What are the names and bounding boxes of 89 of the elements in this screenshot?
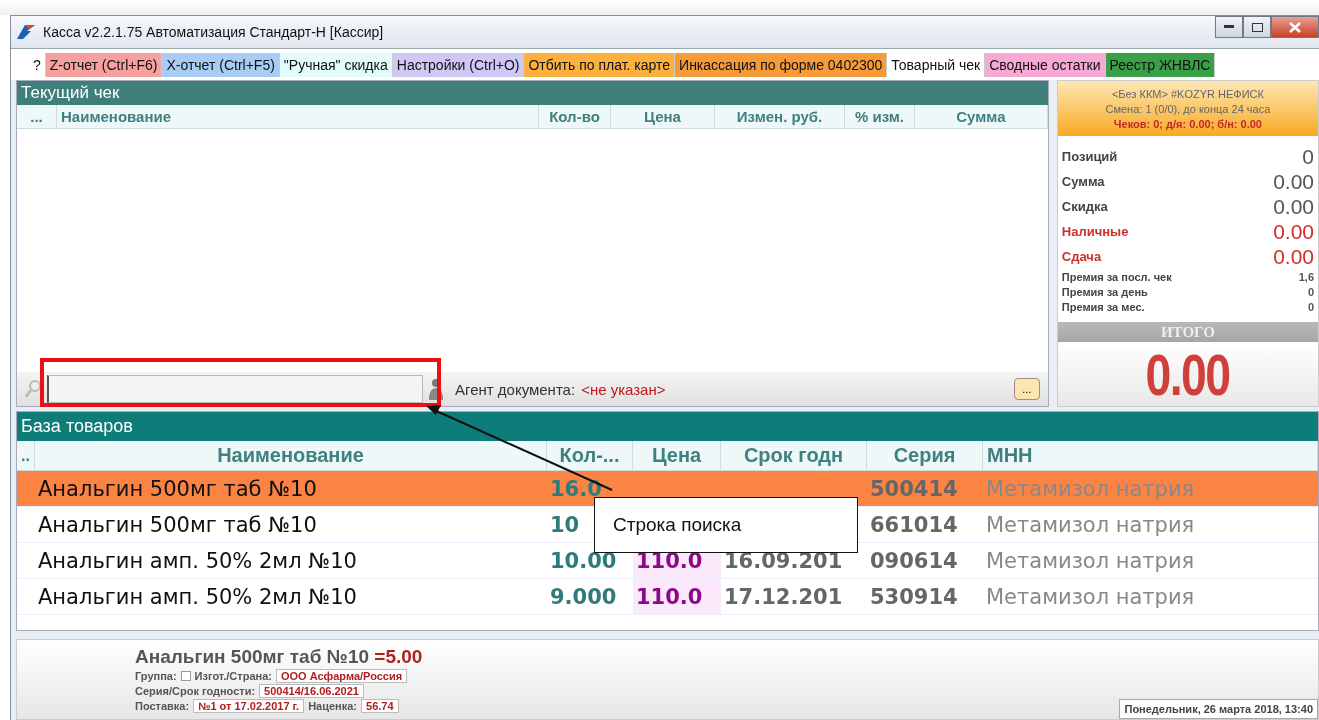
product-name: Анальгин 500мг таб №10	[37, 475, 318, 503]
more-button[interactable]: ...	[1013, 378, 1040, 400]
stat-value: 0.00	[1273, 194, 1314, 219]
toolbar-button[interactable]: "Ручная" скидка	[279, 53, 393, 77]
column-header[interactable]: % изм.	[845, 105, 915, 128]
toolbar-button[interactable]: Z-отчет (Ctrl+F6)	[45, 53, 163, 77]
column-header[interactable]: Кол-...	[547, 441, 633, 470]
panel-title: Текущий чек	[17, 81, 1048, 105]
panel-title: База товаров	[17, 412, 1318, 441]
column-header[interactable]: Кол-во	[539, 105, 611, 128]
toolbar-button[interactable]: X-отчет (Ctrl+F5)	[162, 53, 280, 77]
column-header[interactable]: Измен. руб.	[715, 105, 845, 128]
stat-label: Позиций	[1061, 149, 1118, 164]
expiry-cell-text: 17.12.201	[723, 583, 844, 611]
price-cell: 110.0	[633, 579, 721, 614]
app-logo-icon	[17, 25, 35, 39]
person-icon	[429, 378, 443, 400]
product-name: Анальгин амп. 50% 2мл №10	[37, 547, 358, 575]
stat-value: 0	[1302, 144, 1314, 169]
register-counts: Чеков: 0; д/я: 0.00; б/н: 0.00	[1113, 117, 1262, 130]
toolbar-button[interactable]: Настройки (Ctrl+O)	[392, 53, 525, 77]
stat-value: 1,6	[1298, 270, 1314, 283]
stat-value: 0.00	[1273, 169, 1314, 194]
detail-value: 56.74	[361, 699, 399, 713]
stat-label: Сумма	[1061, 174, 1105, 189]
stat-value: 0	[1307, 300, 1314, 313]
stat-label: Сдача	[1061, 249, 1102, 264]
agent-value[interactable]: <не указан>	[581, 380, 666, 398]
status-date: Понедельник, 26 марта 2018, 13:40	[1119, 699, 1318, 719]
detail-value: №1 от 17.02.2017 г.	[193, 699, 305, 713]
toolbar-button[interactable]: Реестр ЖНВЛС	[1105, 53, 1216, 77]
column-header[interactable]: ...	[17, 105, 57, 128]
detail-label: Изгот./Страна:	[194, 670, 272, 682]
inn-cell-text: Метамизол натрия	[985, 583, 1196, 611]
callout-label: Строка поиска	[594, 497, 858, 553]
product-name: Анальгин 500мг таб №10	[37, 511, 318, 539]
series-cell-text: 530914	[869, 583, 959, 611]
group-checkbox[interactable]	[180, 671, 191, 681]
inn-cell-text: Метамизол натрия	[985, 547, 1196, 575]
detail-label: Группа:	[135, 670, 177, 682]
register-info: Смена: 1 (0/0), до конца 24 часа	[1105, 102, 1271, 115]
toolbar-button[interactable]: Инкассация по форме 0402300	[675, 53, 888, 77]
product-row[interactable]: Анальгин 500мг таб №10 16.0 500414 Метамизол натрия	[17, 471, 1318, 507]
series-cell-text: 090614	[869, 547, 959, 575]
stat-value: 0.00	[1273, 244, 1314, 269]
inn-cell-text: Метамизол натрия	[985, 511, 1196, 539]
stat-label: Наличные	[1061, 224, 1129, 239]
column-header[interactable]: Серия	[867, 441, 983, 470]
column-header[interactable]: МНН	[983, 441, 1318, 470]
column-header[interactable]: ..	[17, 441, 35, 470]
agent-label: Агент документа:	[455, 380, 576, 398]
column-header[interactable]: Цена	[611, 105, 715, 128]
maximize-button[interactable]	[1243, 16, 1271, 38]
close-button[interactable]	[1271, 16, 1319, 38]
detail-value: 500414/16.06.2021	[259, 684, 364, 698]
detail-label: Наценка:	[308, 700, 357, 712]
minimize-button[interactable]	[1215, 16, 1243, 38]
detail-label: Поставка:	[135, 700, 190, 712]
search-field[interactable]	[47, 375, 423, 403]
stat-value: 0.00	[1273, 219, 1314, 244]
total-label: ИТОГО	[1057, 322, 1318, 342]
window-title: Касса v2.2.1.75 Автоматизация Стандарт-Н [Кассир]	[43, 24, 384, 40]
inn-cell-text: Метамизол натрия	[985, 475, 1196, 503]
series-cell-text: 661014	[869, 511, 959, 539]
total-value: 0.00	[1145, 340, 1230, 408]
stat-label: Скидка	[1061, 199, 1108, 214]
quantity-cell-text: 9.000	[549, 583, 618, 611]
toolbar-button[interactable]: Отбить по плат. карте	[524, 53, 676, 77]
product-row[interactable]: Анальгин амп. 50% 2мл №10 9.000 110.0 17.12.201 530914 Метамизол натрия	[17, 579, 1318, 615]
product-summary: Анальгин 500мг таб №10 =5.00	[135, 646, 423, 668]
detail-value: ООО Асфарма/Россия	[275, 669, 408, 683]
stat-label: Премия за мес.	[1061, 300, 1145, 313]
series-cell-text: 500414	[869, 475, 959, 503]
search-icon	[25, 380, 41, 398]
stat-label: Премия за посл. чек	[1061, 270, 1172, 283]
column-header[interactable]: Цена	[633, 441, 721, 470]
minimize-icon	[1224, 25, 1234, 29]
column-header[interactable]: Сумма	[915, 105, 1048, 128]
column-header[interactable]: Наименование	[35, 441, 547, 470]
close-icon	[1289, 21, 1301, 33]
column-header[interactable]: Наименование	[57, 105, 539, 128]
stat-value: 0	[1307, 285, 1314, 298]
detail-label: Серия/Срок годности:	[135, 685, 256, 697]
register-info: <Без ККМ> #KOZYR НЕФИСК	[1111, 87, 1264, 100]
stat-label: Премия за день	[1061, 285, 1148, 298]
column-header[interactable]: Срок годн	[721, 441, 867, 470]
toolbar-button[interactable]: Сводные остатки	[985, 53, 1106, 77]
maximize-icon	[1251, 22, 1263, 32]
product-name: Анальгин амп. 50% 2мл №10	[37, 583, 358, 611]
